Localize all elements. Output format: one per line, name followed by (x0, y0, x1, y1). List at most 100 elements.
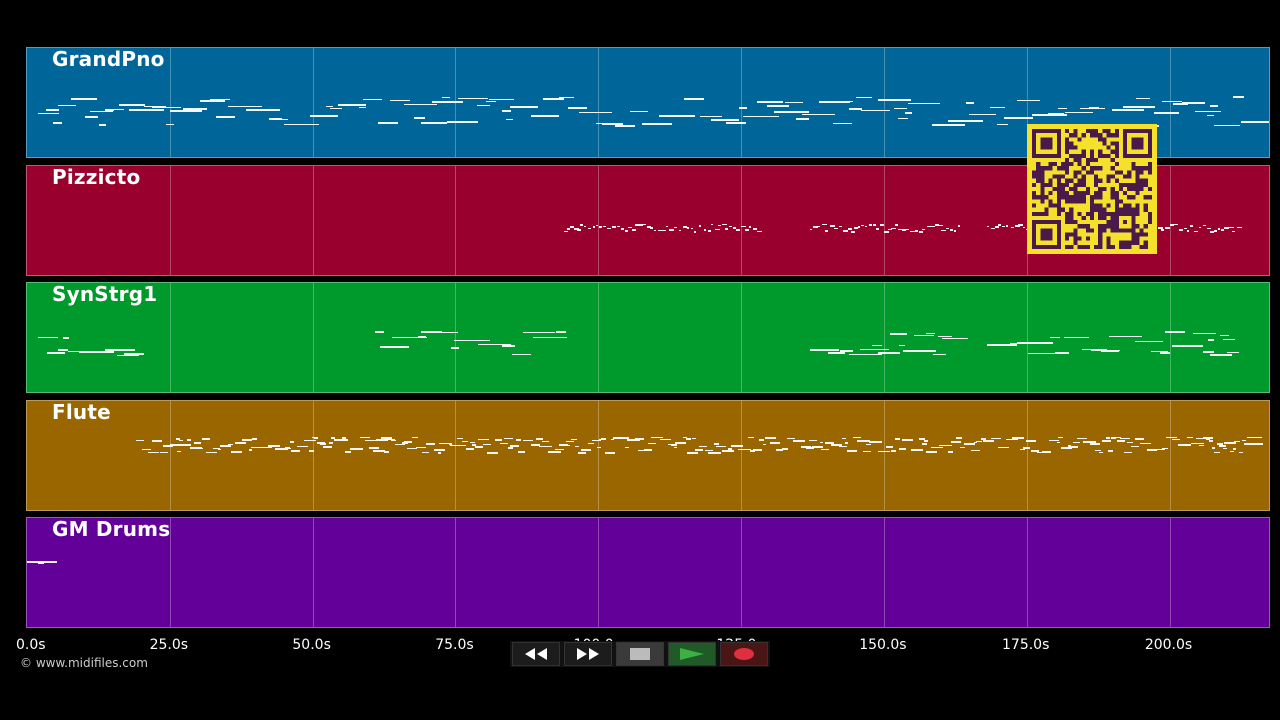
note (729, 225, 732, 228)
note (948, 451, 953, 453)
note (1076, 437, 1087, 440)
note (759, 439, 764, 441)
play-button[interactable] (668, 642, 716, 666)
note (416, 446, 426, 449)
note (715, 445, 726, 448)
note (863, 450, 871, 453)
note (531, 115, 559, 117)
note (152, 440, 162, 442)
gridline (741, 518, 743, 627)
note (781, 448, 789, 450)
note (910, 449, 923, 451)
note (848, 108, 863, 110)
note (921, 443, 927, 445)
note (231, 451, 242, 453)
note (567, 107, 588, 109)
note (1101, 440, 1111, 442)
note (486, 100, 497, 103)
note (548, 451, 562, 453)
stop-button[interactable] (616, 642, 664, 666)
gridline (883, 400, 885, 510)
note (431, 443, 435, 445)
time-tick-label: 150.0s (859, 637, 907, 653)
track-name: Flute (52, 399, 111, 424)
note (685, 438, 692, 440)
note (1088, 107, 1100, 109)
note (46, 352, 66, 354)
track-lane-4[interactable]: GM Drums (26, 517, 1270, 628)
note (885, 446, 894, 448)
note (861, 224, 865, 227)
gridline (455, 283, 457, 392)
gridline (455, 518, 457, 627)
note (1232, 230, 1235, 233)
track-lane-2[interactable]: SynStrg1 (26, 282, 1270, 393)
gridline (1169, 518, 1171, 627)
rewind-icon (525, 648, 547, 660)
note (624, 446, 630, 449)
note (1010, 226, 1014, 229)
note (378, 122, 399, 124)
note (1090, 443, 1101, 445)
note (914, 230, 919, 232)
note (441, 96, 451, 99)
note (112, 108, 124, 111)
note (698, 225, 702, 227)
note (1135, 438, 1144, 440)
play-icon (680, 648, 704, 660)
note (926, 332, 936, 335)
note (889, 333, 907, 335)
note (431, 331, 459, 333)
note (418, 336, 427, 338)
note (494, 439, 502, 441)
note (1017, 342, 1053, 344)
note (785, 101, 803, 104)
time-tick-label: 25.0s (149, 637, 189, 653)
note (894, 438, 901, 440)
note (1187, 436, 1194, 439)
note (558, 96, 574, 99)
note (748, 436, 754, 439)
note (792, 440, 806, 442)
note (1207, 339, 1215, 341)
time-tick-label: 200.0s (1144, 637, 1193, 653)
note (508, 447, 513, 449)
note (421, 122, 448, 124)
track-lane-3[interactable]: Flute (26, 399, 1270, 511)
note (1230, 450, 1234, 453)
note (583, 225, 586, 228)
note (260, 109, 281, 111)
gridline (312, 400, 314, 510)
note (98, 124, 107, 126)
gridline (455, 400, 457, 510)
note (227, 443, 234, 446)
note (193, 442, 202, 444)
note (757, 230, 762, 233)
note (1203, 224, 1206, 227)
note (359, 436, 370, 439)
note (274, 118, 289, 121)
note (1022, 226, 1026, 229)
note (932, 353, 946, 356)
note (710, 119, 740, 121)
note (856, 96, 873, 99)
note (241, 439, 253, 441)
record-button[interactable] (720, 642, 768, 666)
note (287, 447, 292, 450)
note (1012, 437, 1025, 439)
note (674, 442, 686, 444)
note (642, 223, 646, 225)
gridline (312, 48, 314, 157)
note (756, 101, 784, 103)
note (1173, 223, 1178, 226)
note (1210, 354, 1233, 356)
rewind-button[interactable] (512, 642, 560, 666)
note (363, 98, 383, 101)
note (70, 98, 97, 100)
note (53, 122, 62, 124)
note (1211, 447, 1215, 449)
note (431, 101, 463, 103)
note (483, 443, 491, 446)
fast-forward-button[interactable] (564, 642, 612, 666)
note (1185, 444, 1190, 447)
